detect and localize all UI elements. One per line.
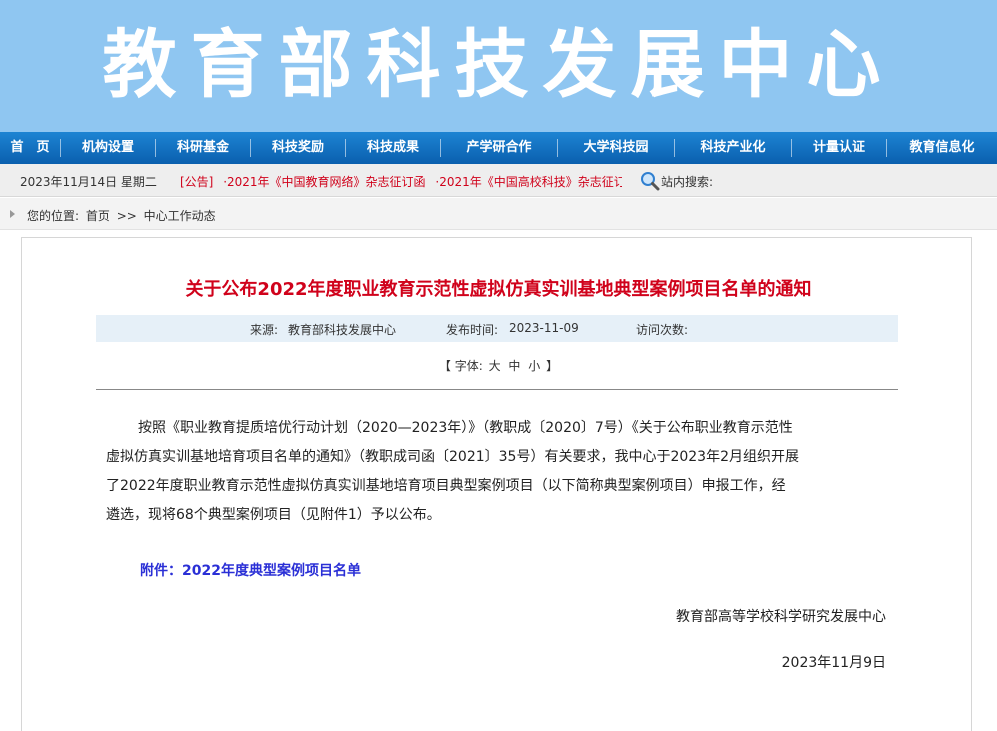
source-label: 来源: (250, 323, 279, 337)
breadcrumb-separator: >> (116, 209, 137, 223)
nav-item-informatization[interactable]: 教育信息化 (887, 132, 997, 164)
search-icon[interactable] (640, 171, 660, 191)
signature-date: 2023年11月9日 (781, 655, 886, 671)
current-date: 2023年11月14日 星期二 (20, 175, 157, 189)
notice-link[interactable]: ·2021年《中国教育网络》杂志征订函 (223, 175, 425, 189)
nav-item-achievements[interactable]: 科技成果 (346, 132, 440, 164)
visits-label: 访问次数: (636, 323, 689, 337)
breadcrumb-home-link[interactable]: 首页 (86, 209, 110, 223)
nav-item-organization[interactable]: 机构设置 (61, 132, 155, 164)
nav-item-industry-research[interactable]: 产学研合作 (441, 132, 557, 164)
font-size-label: 【 字体: (438, 359, 483, 373)
main-nav: 首 页 机构设置 科研基金 科技奖励 科技成果 产学研合作 大学科技园 科技产业… (0, 132, 997, 164)
breadcrumb: 您的位置: 首页 >> 中心工作动态 (27, 207, 219, 224)
notice-label: [公告] (180, 175, 214, 189)
issuing-organization: 教育部高等学校科学研究发展中心 (676, 609, 886, 625)
body-line: 按照《职业教育提质培优行动计划（2020—2023年）》（教职成〔2020〕7号… (138, 420, 793, 436)
nav-item-awards[interactable]: 科技奖励 (251, 132, 345, 164)
breadcrumb-label: 您的位置: (27, 209, 80, 223)
font-large-button[interactable]: 大 (489, 359, 501, 373)
divider (96, 389, 898, 390)
breadcrumb-arrow-icon (10, 210, 15, 218)
notice-link[interactable]: ·2021年《中国高校科技》杂志征订 (435, 175, 622, 189)
breadcrumb-bar: 您的位置: 首页 >> 中心工作动态 (0, 198, 997, 230)
font-size-close: 】 (546, 359, 559, 373)
publish-label: 发布时间: (446, 323, 499, 337)
notice-ticker: [公告] ·2021年《中国教育网络》杂志征订函 ·2021年《中国高校科技》杂… (180, 173, 622, 190)
body-line: 了2022年度职业教育示范性虚拟仿真实训基地培育项目典型案例项目（以下简称典型案… (106, 478, 786, 494)
site-banner: 教育部科技发展中心 (0, 0, 997, 132)
article-body: 按照《职业教育提质培优行动计划（2020—2023年）》（教职成〔2020〕7号… (106, 414, 886, 530)
nav-item-research-fund[interactable]: 科研基金 (156, 132, 250, 164)
article-meta: 来源: 教育部科技发展中心 发布时间: 2023-11-09 访问次数: (96, 315, 898, 342)
font-medium-button[interactable]: 中 (508, 359, 520, 373)
body-line: 遴选，现将68个典型案例项目（见附件1）予以公布。 (106, 507, 441, 523)
attachment-text[interactable]: 附件：2022年度典型案例项目名单 (140, 563, 361, 579)
site-title: 教育部科技发展中心 (102, 22, 895, 108)
nav-item-industrialization[interactable]: 科技产业化 (675, 132, 791, 164)
breadcrumb-current[interactable]: 中心工作动态 (144, 209, 216, 223)
publish-date: 2023-11-09 (509, 321, 579, 335)
body-line: 虚拟仿真实训基地培育项目名单的通知》（教职成司函〔2021〕35号）有关要求，我… (106, 449, 799, 465)
font-size-control: 【 字体: 大 中 小 】 (0, 357, 997, 374)
font-small-button[interactable]: 小 (528, 359, 540, 373)
attachment-link[interactable]: 附件：2022年度典型案例项目名单 (140, 560, 361, 580)
article-title: 关于公布2022年度职业教育示范性虚拟仿真实训基地典型案例项目名单的通知 (185, 279, 812, 300)
nav-item-home[interactable]: 首 页 (0, 132, 60, 164)
info-bar: 2023年11月14日 星期二 [公告] ·2021年《中国教育网络》杂志征订函… (0, 164, 997, 197)
nav-item-metrology[interactable]: 计量认证 (792, 132, 886, 164)
search-label: 站内搜索: (661, 175, 714, 189)
source-value: 教育部科技发展中心 (288, 323, 397, 337)
nav-item-science-park[interactable]: 大学科技园 (558, 132, 674, 164)
